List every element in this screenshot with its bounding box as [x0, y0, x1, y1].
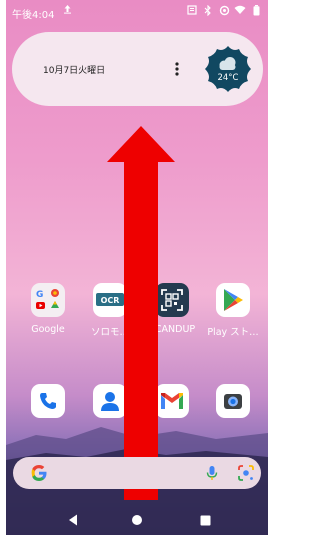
notification-box-icon: [186, 4, 198, 16]
app-play-store[interactable]: Play スト…: [207, 283, 259, 338]
recents-icon[interactable]: [196, 511, 214, 529]
more-vert-icon[interactable]: [172, 58, 182, 80]
app-label: Play スト…: [207, 327, 259, 338]
google-folder-icon: G: [31, 283, 65, 317]
wifi-icon: [234, 4, 246, 16]
data-saver-icon: [218, 4, 230, 16]
status-time: 午後4:04: [12, 10, 55, 21]
phone-icon: [31, 384, 65, 418]
swipe-up-arrow-icon: [107, 126, 175, 500]
bluetooth-icon: [202, 4, 214, 16]
status-bar: 午後4:04: [6, 0, 268, 22]
weather-scallop-shape: [205, 46, 251, 92]
play-store-icon: [216, 283, 250, 317]
app-google-folder[interactable]: G Google: [22, 283, 74, 335]
upload-arrow-icon: [63, 4, 72, 17]
back-icon[interactable]: [64, 511, 82, 529]
app-camera[interactable]: [207, 384, 259, 418]
status-icons: [186, 4, 262, 16]
mic-icon[interactable]: [206, 465, 218, 482]
app-label: Google: [31, 324, 65, 335]
home-icon[interactable]: [128, 511, 146, 529]
weather-badge[interactable]: 24°C: [203, 44, 253, 94]
google-g-icon[interactable]: [29, 463, 49, 483]
weather-temperature: 24°C: [217, 73, 239, 83]
google-search-bar[interactable]: [13, 457, 261, 489]
home-screen: 午後4:04 10月7日火曜日 24°C G Google OCR ソロモ… S…: [6, 0, 268, 535]
lens-icon[interactable]: [237, 464, 255, 482]
at-a-glance-widget[interactable]: 10月7日火曜日 24°C: [12, 32, 263, 106]
navigation-bar: [6, 505, 268, 535]
battery-icon: [250, 4, 262, 16]
camera-icon: [216, 384, 250, 418]
widget-date[interactable]: 10月7日火曜日: [43, 63, 105, 76]
app-phone[interactable]: [22, 384, 74, 418]
svg-text:G: G: [36, 290, 43, 300]
